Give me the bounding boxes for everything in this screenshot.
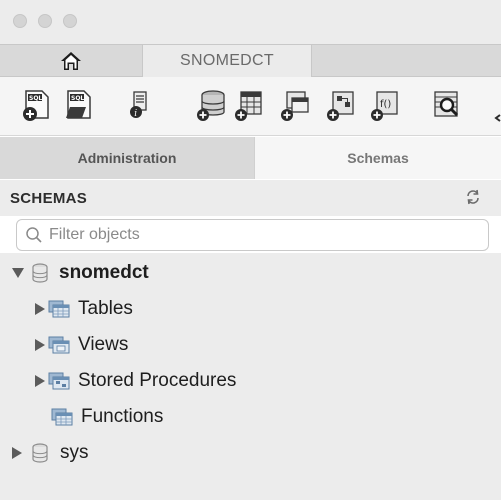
minimize-window-button[interactable] — [38, 14, 52, 28]
function-folder-icon — [51, 408, 73, 426]
create-table-icon — [235, 91, 262, 121]
search-icon — [26, 227, 42, 243]
schemas-title: SCHEMAS — [10, 190, 88, 207]
database-icon — [32, 263, 48, 283]
refresh-icon[interactable] — [465, 189, 481, 205]
tree-item-views-label: Views — [78, 334, 129, 355]
tree-item-stored-procedures-label: Stored Procedures — [78, 370, 237, 391]
create-function-button[interactable]: f() — [368, 88, 402, 122]
tab-snomedct[interactable]: SNOMEDCT — [142, 45, 312, 77]
new-sql-tab-icon: SQL — [23, 90, 49, 121]
tree-item-views[interactable]: Views — [0, 327, 501, 363]
tab-schemas-label: Schemas — [347, 150, 409, 166]
zoom-window-button[interactable] — [63, 14, 77, 28]
database-icon — [32, 443, 48, 463]
table-folder-icon — [48, 300, 70, 318]
main-toolbar: SQL SQL i f() — [0, 77, 501, 136]
new-sql-tab-button[interactable]: SQL — [20, 88, 54, 122]
search-table-data-icon — [434, 91, 459, 117]
tree-item-functions[interactable]: Functions — [0, 399, 501, 435]
tree-item-snomedct[interactable]: snomedct — [0, 255, 501, 291]
open-sql-script-icon: SQL — [66, 90, 91, 119]
create-view-button[interactable] — [278, 88, 312, 122]
tree-item-sys-label: sys — [60, 442, 89, 463]
tree-item-stored-procedures[interactable]: Stored Procedures — [0, 363, 501, 399]
create-function-icon: f() — [371, 91, 398, 121]
navigator-tabs: Administration Schemas — [0, 137, 501, 179]
toolbar-overflow-icon[interactable] — [490, 88, 501, 122]
create-view-icon — [281, 91, 309, 121]
schema-tree: snomedct Tables Views Stored Procedures … — [0, 253, 501, 500]
create-schema-icon — [197, 90, 225, 121]
svg-text:f(): f() — [380, 99, 391, 110]
svg-text:SQL: SQL — [29, 95, 42, 102]
search-table-data-button[interactable] — [430, 88, 464, 122]
tab-administration-label: Administration — [77, 150, 177, 166]
expand-toggle-snomedct[interactable] — [12, 268, 24, 278]
stored-procedure-folder-icon — [48, 372, 70, 390]
close-window-button[interactable] — [13, 14, 27, 28]
filter-objects-field[interactable] — [16, 219, 489, 251]
svg-text:i: i — [134, 109, 137, 119]
expand-toggle-sys[interactable] — [12, 447, 22, 459]
create-stored-procedure-icon — [327, 91, 354, 121]
server-info-button[interactable]: i — [122, 88, 156, 122]
tab-snomedct-label: SNOMEDCT — [180, 52, 274, 69]
tab-administration[interactable]: Administration — [0, 137, 254, 179]
create-stored-procedure-button[interactable] — [324, 88, 358, 122]
expand-toggle-stored-procedures[interactable] — [35, 375, 45, 387]
view-folder-icon — [48, 336, 70, 354]
tree-item-tables[interactable]: Tables — [0, 291, 501, 327]
create-table-button[interactable] — [232, 88, 266, 122]
home-icon — [61, 51, 81, 70]
create-schema-button[interactable] — [194, 88, 228, 122]
tree-item-snomedct-label: snomedct — [59, 262, 149, 283]
server-info-icon: i — [130, 91, 147, 119]
tree-item-functions-label: Functions — [81, 406, 164, 427]
schemas-header: SCHEMAS — [0, 180, 501, 216]
connection-tab-strip: SNOMEDCT — [0, 44, 501, 77]
expand-toggle-tables[interactable] — [35, 303, 45, 315]
svg-text:SQL: SQL — [71, 95, 84, 102]
window-titlebar — [0, 0, 501, 44]
expand-toggle-views[interactable] — [35, 339, 45, 351]
tree-item-sys[interactable]: sys — [0, 435, 501, 471]
tree-item-tables-label: Tables — [78, 298, 133, 319]
filter-objects-input[interactable] — [49, 226, 469, 244]
home-tab[interactable] — [0, 45, 142, 76]
open-sql-script-button[interactable]: SQL — [62, 88, 96, 122]
tab-schemas[interactable]: Schemas — [254, 137, 501, 179]
